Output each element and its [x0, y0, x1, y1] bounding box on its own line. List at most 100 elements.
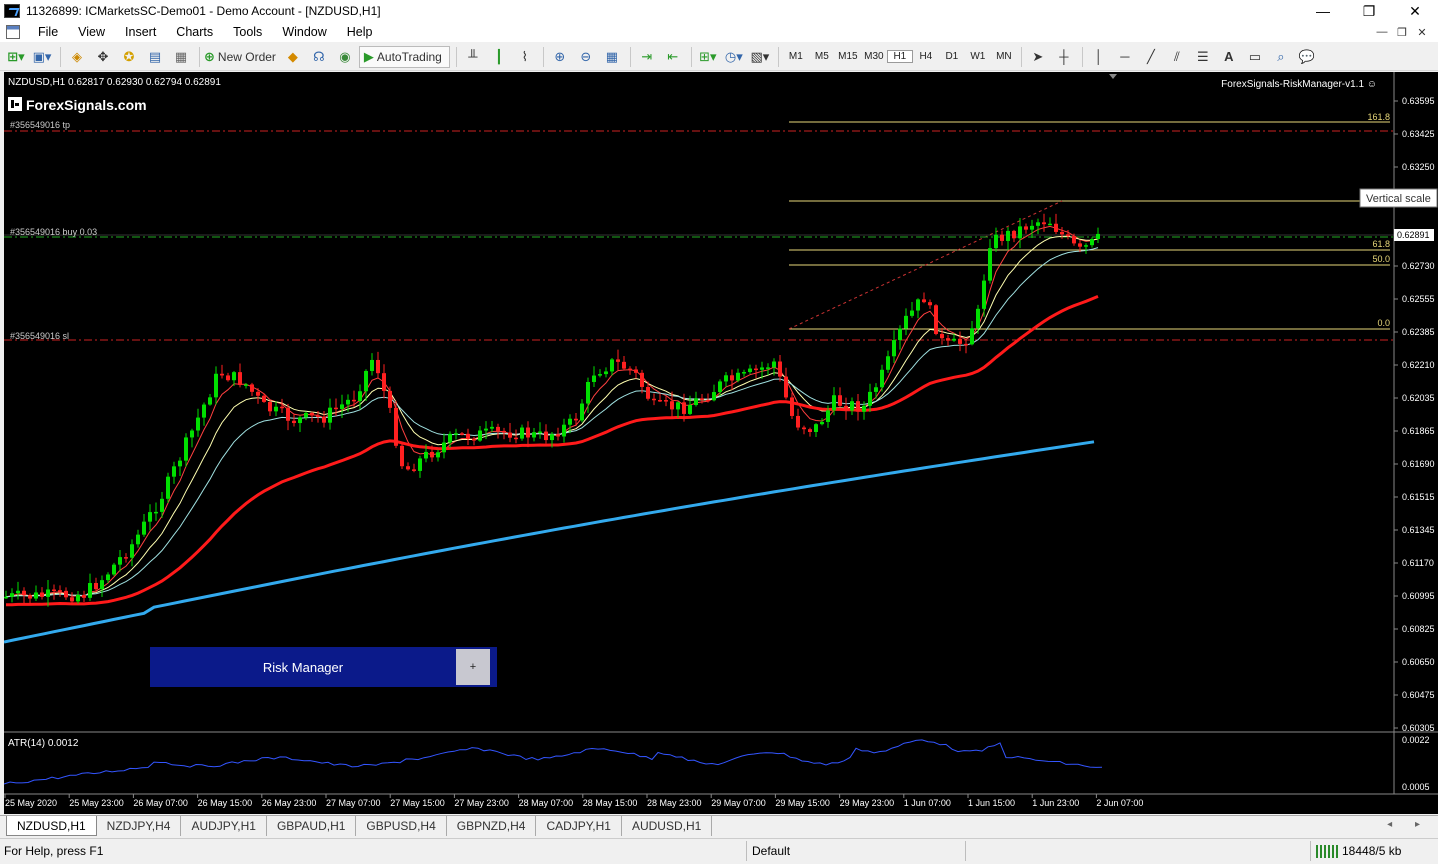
timeframe-m5[interactable]: M5: [809, 51, 835, 62]
profiles-icon[interactable]: ▣▾: [30, 46, 54, 68]
new-order-icon: ⊕: [204, 48, 215, 64]
minimize-button[interactable]: —: [1300, 0, 1346, 22]
indicators-icon[interactable]: ⊞▾: [696, 46, 720, 68]
menu-view[interactable]: View: [68, 25, 115, 39]
price-chart[interactable]: 0.635950.634250.632500.630800.627300.625…: [4, 72, 1438, 814]
tab-gbpusd-h4[interactable]: GBPUSD,H4: [356, 816, 447, 836]
candle-body: [550, 434, 554, 441]
tab-scroll-arrows[interactable]: ◂ ▸: [1387, 819, 1430, 830]
auto-scroll-icon[interactable]: ⇥: [635, 46, 659, 68]
candle-body: [712, 392, 716, 401]
candle-body: [664, 400, 668, 402]
fibonacci-icon[interactable]: ☰: [1191, 46, 1215, 68]
candle-body: [88, 583, 92, 598]
candle-body: [436, 452, 440, 458]
chart-restore-button[interactable]: ❐: [1392, 26, 1412, 39]
candlestick-icon[interactable]: ┃: [487, 46, 511, 68]
new-order-button[interactable]: ⊕ New Order: [204, 46, 279, 68]
search-icon[interactable]: ⌕: [1269, 46, 1293, 68]
bar-chart-icon[interactable]: ╨: [461, 46, 485, 68]
timeframe-m30[interactable]: M30: [861, 51, 887, 62]
trendline-icon[interactable]: ╱: [1139, 46, 1163, 68]
chart-window[interactable]: 0.635950.634250.632500.630800.627300.625…: [4, 72, 1438, 814]
menu-window[interactable]: Window: [272, 25, 336, 39]
tab-audjpy-h1[interactable]: AUDJPY,H1: [181, 816, 267, 836]
candle-body: [262, 395, 266, 402]
strategy-tester-icon[interactable]: ▦: [169, 46, 193, 68]
candle-body: [808, 429, 812, 432]
timeframe-m1[interactable]: M1: [783, 51, 809, 62]
candle-body: [502, 430, 506, 433]
candle-body: [748, 368, 752, 373]
candle-body: [220, 373, 224, 376]
periods-icon[interactable]: ◷▾: [722, 46, 746, 68]
price-tick-label: 0.62035: [1402, 393, 1435, 403]
new-chart-icon[interactable]: ⊞▾: [4, 46, 28, 68]
horizontal-line-icon[interactable]: ─: [1113, 46, 1137, 68]
tab-cadjpy-h1[interactable]: CADJPY,H1: [536, 816, 622, 836]
atr-line: [4, 739, 1103, 785]
zoom-out-icon[interactable]: ⊖: [574, 46, 598, 68]
data-window-icon[interactable]: ✥: [91, 46, 115, 68]
templates-icon[interactable]: ▧▾: [748, 46, 772, 68]
chart-close-button[interactable]: ✕: [1412, 26, 1432, 39]
risk-manager-expand-button[interactable]: +: [456, 649, 490, 685]
vertical-line-icon[interactable]: │: [1087, 46, 1111, 68]
candle-body: [778, 361, 782, 377]
ea-label: ForexSignals-RiskManager-v1.1 ☺: [1221, 79, 1377, 90]
text-icon[interactable]: A: [1217, 46, 1241, 68]
timeframe-h1[interactable]: H1: [886, 50, 913, 63]
candle-body: [1030, 225, 1034, 230]
signals-icon[interactable]: ☊: [307, 46, 331, 68]
chart-shift-icon[interactable]: ⇤: [661, 46, 685, 68]
menu-bar: File View Insert Charts Tools Window Hel…: [0, 22, 1438, 42]
candle-body: [1000, 234, 1004, 241]
cursor-icon[interactable]: ➤: [1026, 46, 1050, 68]
status-connection[interactable]: 18448/5 kb: [1316, 844, 1401, 858]
price-tick-label: 0.62210: [1402, 360, 1435, 370]
equidistant-channel-icon[interactable]: ⫽: [1165, 46, 1189, 68]
tab-audusd-h1[interactable]: AUDUSD,H1: [622, 816, 713, 836]
line-chart-icon[interactable]: ⌇: [513, 46, 537, 68]
tab-gbpaud-h1[interactable]: GBPAUD,H1: [267, 816, 357, 836]
tab-nzdjpy-h4[interactable]: NZDJPY,H4: [97, 816, 182, 836]
candle-body: [754, 368, 758, 371]
fib-label-161: 161.8: [1367, 112, 1390, 122]
text-label-icon[interactable]: ▭: [1243, 46, 1267, 68]
candle-body: [184, 437, 188, 461]
chat-icon[interactable]: 💬: [1295, 46, 1319, 68]
candle-body: [910, 310, 914, 316]
timeframe-d1[interactable]: D1: [939, 51, 965, 62]
menu-charts[interactable]: Charts: [166, 25, 223, 39]
menu-insert[interactable]: Insert: [115, 25, 166, 39]
menu-file[interactable]: File: [28, 25, 68, 39]
chart-minimize-button[interactable]: —: [1372, 26, 1392, 38]
order-buy-label: #356549016 buy 0.03: [10, 227, 97, 237]
crosshair-icon[interactable]: ┼: [1052, 46, 1076, 68]
close-button[interactable]: ✕: [1392, 0, 1438, 22]
market-watch-icon[interactable]: ◈: [65, 46, 89, 68]
timeframe-m15[interactable]: M15: [835, 51, 861, 62]
chart-shift-marker[interactable]: [1109, 74, 1117, 79]
timeframe-h4[interactable]: H4: [913, 51, 939, 62]
risk-manager-button[interactable]: Risk Manager: [150, 647, 456, 687]
timeframe-w1[interactable]: W1: [965, 51, 991, 62]
autotrading-button[interactable]: ▶ AutoTrading: [358, 45, 450, 68]
tab-nzdusd-h1[interactable]: NZDUSD,H1: [6, 816, 97, 836]
navigator-icon[interactable]: ✪: [117, 46, 141, 68]
candle-body: [718, 381, 722, 393]
terminal-icon[interactable]: ▤: [143, 46, 167, 68]
chart-window-icon[interactable]: [6, 25, 20, 39]
candle-body: [994, 234, 998, 249]
metaeditor-icon[interactable]: ◆: [281, 46, 305, 68]
toolbar-separator: [1020, 46, 1022, 67]
menu-help[interactable]: Help: [337, 25, 383, 39]
zoom-in-icon[interactable]: ⊕: [548, 46, 572, 68]
timeframe-mn[interactable]: MN: [991, 51, 1017, 62]
maximize-button[interactable]: ❐: [1346, 0, 1392, 22]
market-icon[interactable]: ◉: [333, 46, 357, 68]
tab-gbpnzd-h4[interactable]: GBPNZD,H4: [447, 816, 537, 836]
menu-tools[interactable]: Tools: [223, 25, 272, 39]
candle-body: [202, 404, 206, 418]
tile-windows-icon[interactable]: ▦: [600, 46, 624, 68]
